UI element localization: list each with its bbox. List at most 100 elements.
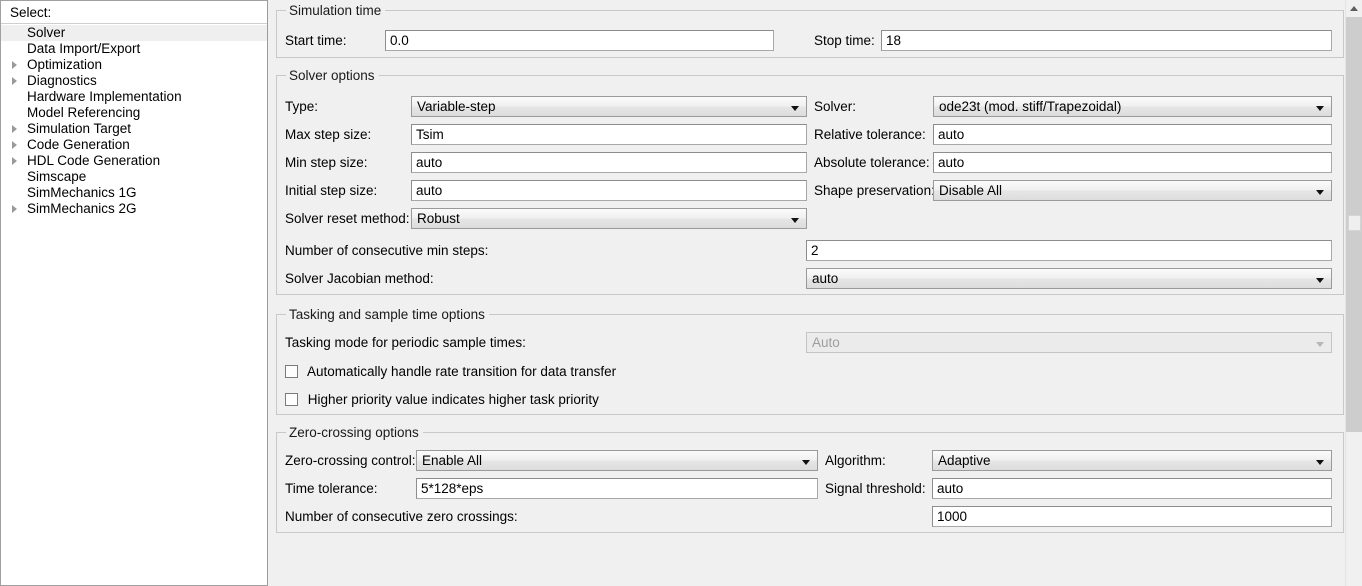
solver-settings-panel: Simulation time Start time: Stop time: S… (268, 0, 1362, 586)
auto-rate-transition-checkbox-row[interactable]: Automatically handle rate transition for… (285, 365, 616, 379)
chevron-right-icon[interactable] (12, 141, 17, 149)
zero-crossing-control-value: Enable All (422, 453, 483, 468)
consecutive-zero-crossings-label: Number of consecutive zero crossings: (285, 509, 518, 524)
solver-options-legend: Solver options (286, 68, 379, 83)
solver-jacobian-method-value: auto (812, 271, 839, 286)
max-step-size-input[interactable] (411, 124, 807, 145)
sidebar-item-optimization[interactable]: Optimization (1, 57, 267, 73)
sidebar-item-label: Data Import/Export (27, 41, 141, 56)
sidebar-item-label: Diagnostics (27, 73, 97, 88)
relative-tolerance-input[interactable] (933, 124, 1332, 145)
tasking-mode-value: Auto (812, 335, 840, 350)
time-tolerance-label: Time tolerance: (285, 481, 378, 496)
shape-preservation-value: Disable All (939, 183, 1003, 198)
solver-type-value: Variable-step (417, 99, 496, 114)
sidebar-item-label: Simulation Target (27, 121, 132, 136)
algorithm-label: Algorithm: (825, 453, 886, 468)
sidebar-item-diagnostics[interactable]: Diagnostics (1, 73, 267, 89)
higher-priority-checkbox-row[interactable]: Higher priority value indicates higher t… (285, 393, 599, 407)
sidebar-item-label: SimMechanics 1G (27, 185, 137, 200)
solver-type-label: Type: (285, 99, 319, 114)
higher-priority-label: Higher priority value indicates higher t… (307, 392, 599, 407)
chevron-right-icon[interactable] (12, 125, 17, 133)
checkbox-icon[interactable] (285, 393, 298, 406)
simulation-time-legend: Simulation time (286, 3, 386, 18)
sidebar-item-code-generation[interactable]: Code Generation (1, 137, 267, 153)
tasking-mode-dropdown: Auto (806, 332, 1332, 353)
signal-threshold-input[interactable] (932, 478, 1332, 499)
start-time-label: Start time: (285, 33, 347, 48)
auto-rate-transition-label: Automatically handle rate transition for… (307, 364, 617, 379)
chevron-right-icon[interactable] (12, 205, 17, 213)
relative-tolerance-label: Relative tolerance: (814, 127, 926, 142)
chevron-down-icon (791, 218, 799, 223)
solver-jacobian-method-label: Solver Jacobian method: (285, 271, 434, 286)
sidebar-item-hardware-implementation[interactable]: Hardware Implementation (1, 89, 267, 105)
consecutive-min-steps-input[interactable] (806, 240, 1332, 261)
solver-jacobian-method-dropdown[interactable]: auto (806, 268, 1332, 289)
chevron-down-icon (791, 106, 799, 111)
consecutive-zero-crossings-input[interactable] (932, 506, 1332, 527)
chevron-down-icon (802, 460, 810, 465)
solver-reset-method-label: Solver reset method: (285, 211, 410, 226)
stop-time-label: Stop time: (814, 33, 875, 48)
algorithm-value: Adaptive (938, 453, 991, 468)
scroll-up-arrow-icon (1350, 6, 1358, 11)
solver-value: ode23t (mod. stiff/Trapezoidal) (939, 99, 1122, 114)
sidebar-item-label: HDL Code Generation (27, 153, 161, 168)
initial-step-size-label: Initial step size: (285, 183, 378, 198)
solver-type-dropdown[interactable]: Variable-step (411, 96, 807, 117)
sidebar-item-model-referencing[interactable]: Model Referencing (1, 105, 267, 121)
max-step-size-label: Max step size: (285, 127, 372, 142)
zero-crossing-control-dropdown[interactable]: Enable All (416, 450, 818, 471)
sidebar-item-solver[interactable]: Solver (1, 25, 267, 41)
tasking-mode-label: Tasking mode for periodic sample times: (285, 335, 526, 350)
scroll-up-button[interactable] (1346, 0, 1362, 17)
configuration-parameters-dialog: Select: Solver Data Import/Export Optimi… (0, 0, 1362, 586)
initial-step-size-input[interactable] (411, 180, 807, 201)
sidebar-item-label: Optimization (27, 57, 103, 72)
chevron-right-icon[interactable] (12, 61, 17, 69)
shape-preservation-label: Shape preservation: (814, 183, 935, 198)
algorithm-dropdown[interactable]: Adaptive (932, 450, 1332, 471)
zero-crossing-control-label: Zero-crossing control: (285, 453, 416, 468)
zero-crossing-options-legend: Zero-crossing options (286, 425, 423, 440)
solver-dropdown[interactable]: ode23t (mod. stiff/Trapezoidal) (933, 96, 1332, 117)
sidebar-item-label: Simscape (27, 169, 87, 184)
chevron-down-icon (1316, 278, 1324, 283)
vertical-scrollbar[interactable] (1345, 0, 1362, 586)
sidebar-item-label: Hardware Implementation (27, 89, 182, 104)
chevron-down-icon (1316, 460, 1324, 465)
absolute-tolerance-label: Absolute tolerance: (814, 155, 930, 170)
chevron-down-icon (1316, 342, 1324, 347)
min-step-size-input[interactable] (411, 152, 807, 173)
sidebar-item-label: SimMechanics 2G (27, 201, 137, 216)
signal-threshold-label: Signal threshold: (825, 481, 926, 496)
sidebar-item-label: Code Generation (27, 137, 130, 152)
scrollbar-thumb[interactable] (1348, 215, 1361, 231)
sidebar-item-simulation-target[interactable]: Simulation Target (1, 121, 267, 137)
sidebar-item-simscape[interactable]: Simscape (1, 169, 267, 185)
sidebar-item-hdl-code-generation[interactable]: HDL Code Generation (1, 153, 267, 169)
sidebar-tree: Solver Data Import/Export Optimization D… (1, 24, 267, 217)
sidebar-item-simmechanics-2g[interactable]: SimMechanics 2G (1, 201, 267, 217)
sidebar-item-label: Solver (27, 25, 66, 40)
sidebar-title: Select: (1, 1, 267, 24)
solver-reset-method-dropdown[interactable]: Robust (411, 208, 807, 229)
select-sidebar: Select: Solver Data Import/Export Optimi… (0, 0, 268, 586)
stop-time-input[interactable] (881, 30, 1332, 51)
tasking-options-legend: Tasking and sample time options (286, 307, 489, 322)
sidebar-item-data-import-export[interactable]: Data Import/Export (1, 41, 267, 57)
shape-preservation-dropdown[interactable]: Disable All (933, 180, 1332, 201)
chevron-right-icon[interactable] (12, 77, 17, 85)
time-tolerance-input[interactable] (416, 478, 818, 499)
absolute-tolerance-input[interactable] (933, 152, 1332, 173)
solver-label: Solver: (814, 99, 857, 114)
start-time-input[interactable] (385, 30, 774, 51)
sidebar-item-simmechanics-1g[interactable]: SimMechanics 1G (1, 185, 267, 201)
chevron-down-icon (1316, 106, 1324, 111)
solver-reset-method-value: Robust (417, 211, 460, 226)
chevron-right-icon[interactable] (12, 157, 17, 165)
chevron-down-icon (1316, 190, 1324, 195)
checkbox-icon[interactable] (285, 365, 298, 378)
